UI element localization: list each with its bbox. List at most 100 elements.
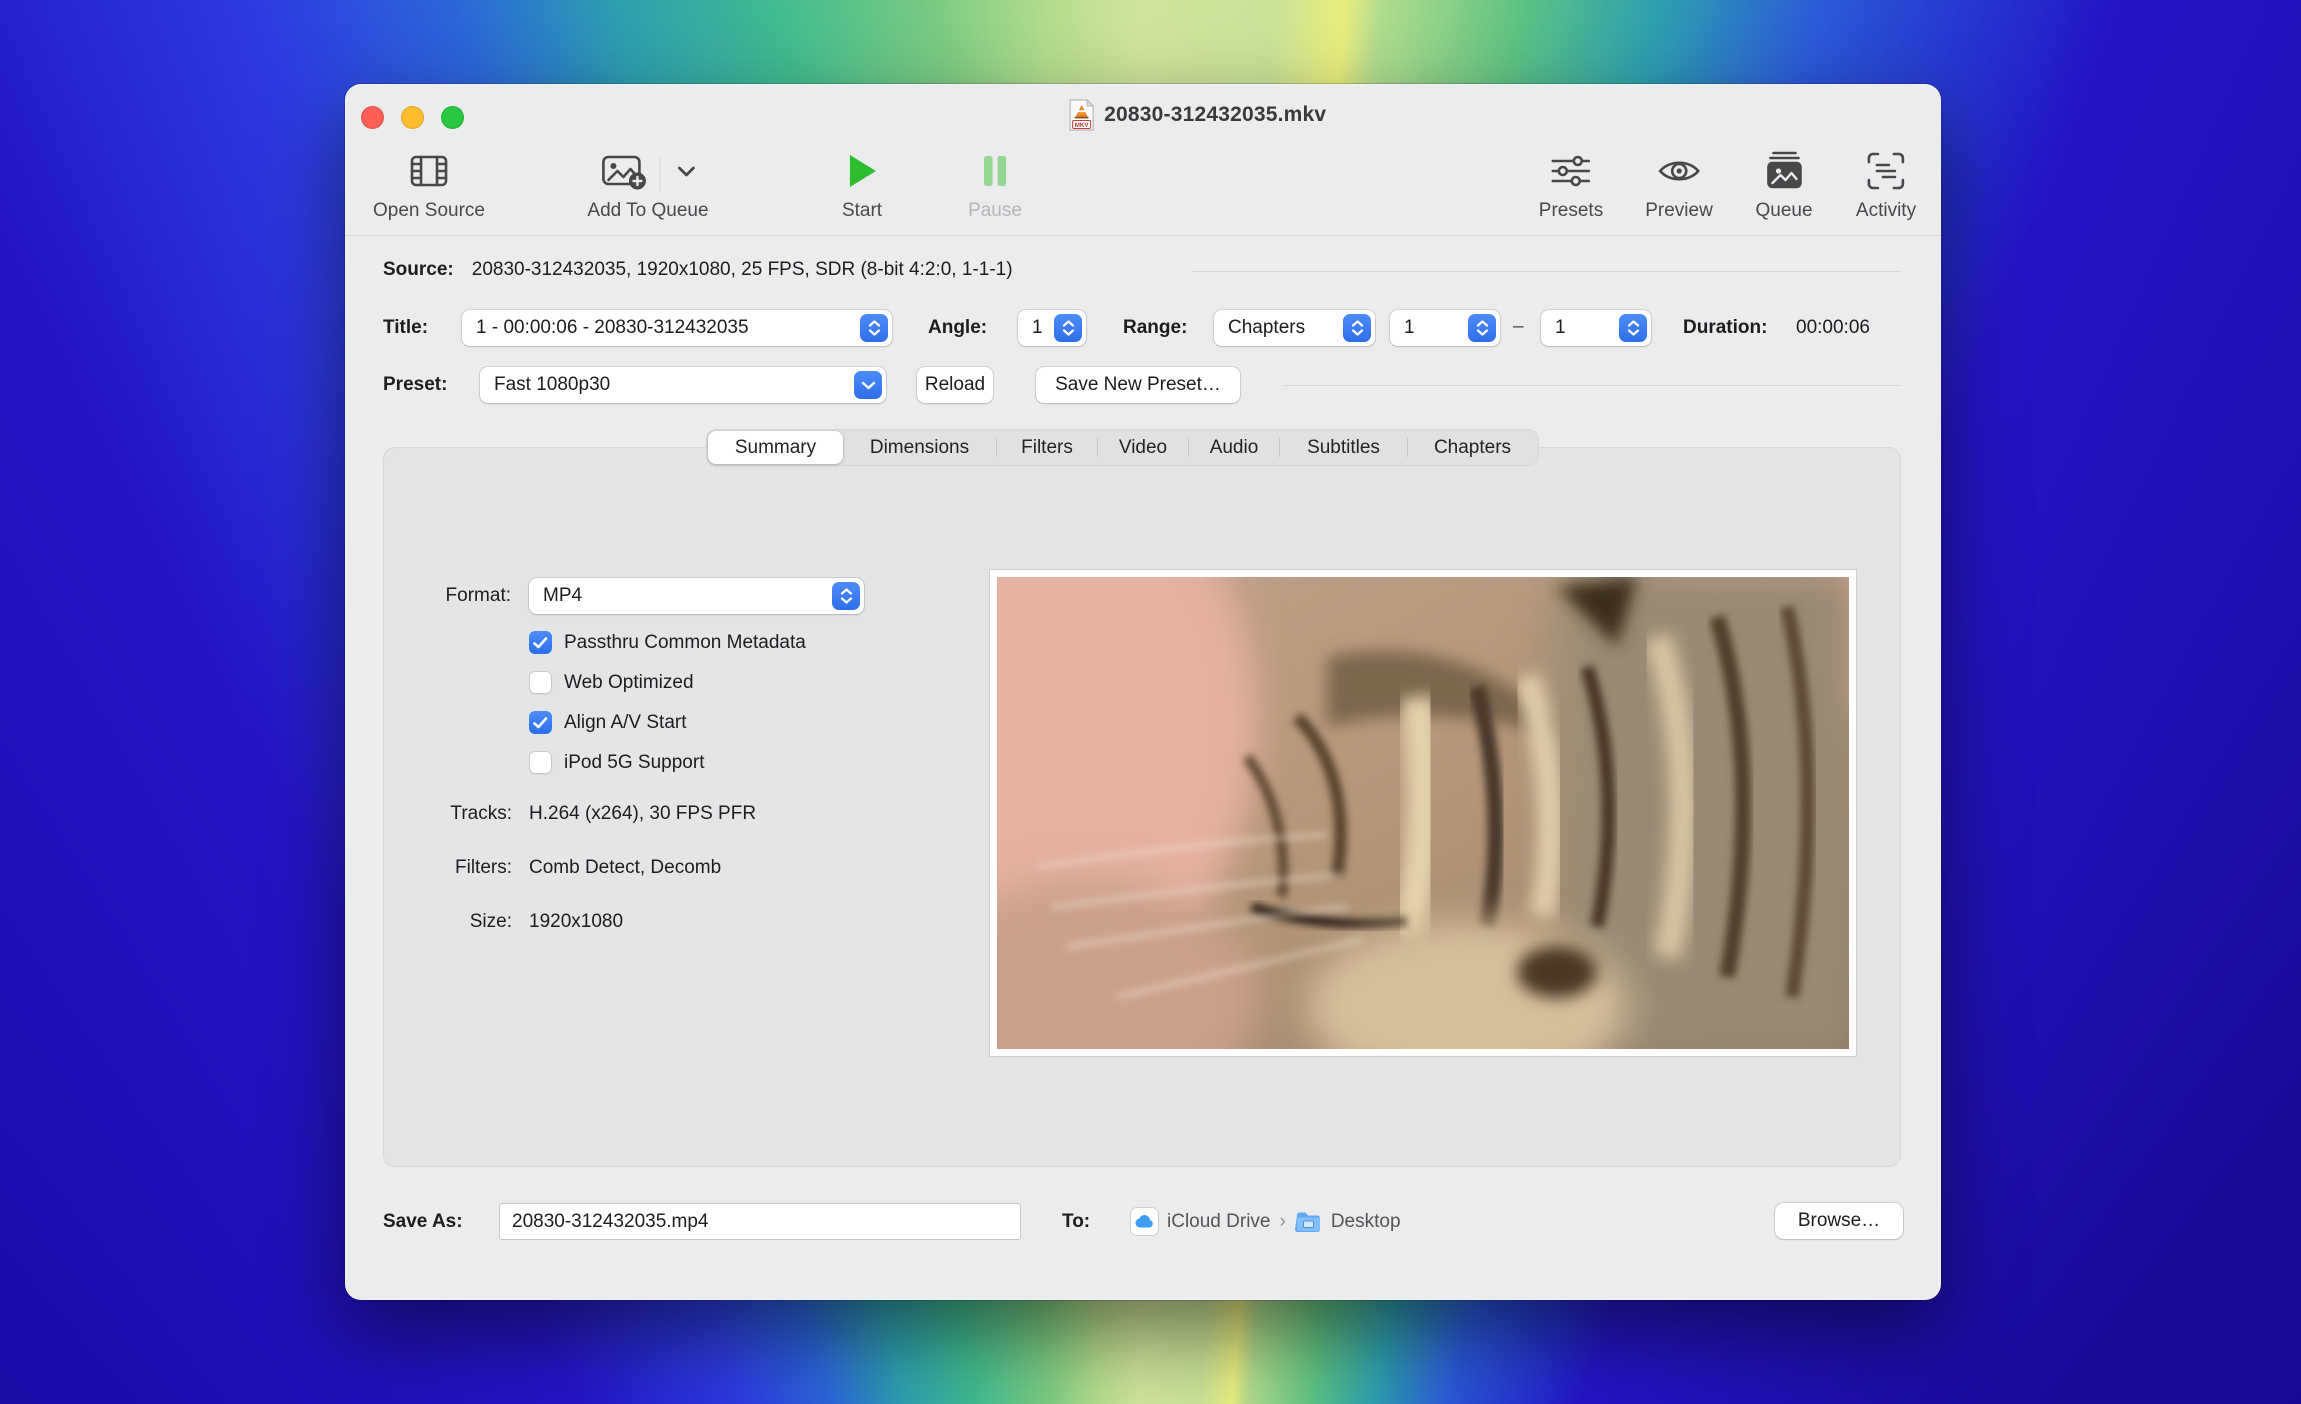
range-to-select[interactable]: 1 (1541, 310, 1651, 346)
add-to-queue-icon-group (599, 142, 697, 200)
handbrake-window: MKV 20830-312432035.mkv Open Source (345, 84, 1941, 1300)
icloud-drive-icon (1131, 1208, 1158, 1235)
range-type-select[interactable]: Chapters (1214, 310, 1375, 346)
desktop-wallpaper: MKV 20830-312432035.mkv Open Source (0, 0, 2301, 1404)
title-select[interactable]: 1 - 00:00:06 - 20830-312432035 (462, 310, 892, 346)
tab-bar: Summary Dimensions Filters Video Audio S… (706, 429, 1539, 466)
chevron-down-icon[interactable] (675, 149, 697, 193)
toolbar: Open Source A (345, 142, 1941, 235)
presets-button[interactable]: Presets (1539, 142, 1603, 222)
open-source-label: Open Source (373, 200, 485, 222)
duration-label: Duration: (1683, 317, 1767, 339)
titlebar[interactable]: MKV 20830-312432035.mkv (345, 84, 1941, 148)
checkbox-align-av-start[interactable] (529, 711, 552, 734)
source-label: Source: (383, 259, 454, 281)
sliders-icon (1548, 142, 1594, 200)
size-label: Size: (384, 911, 512, 933)
tab-dimensions[interactable]: Dimensions (843, 431, 996, 464)
destination-row: Save As: To: iCloud Drive › Desktop (345, 1203, 1941, 1241)
filters-value: Comb Detect, Decomb (529, 857, 721, 879)
stepper-icon (1054, 314, 1082, 342)
pause-label: Pause (968, 200, 1022, 222)
angle-label: Angle: (928, 317, 987, 339)
browse-button[interactable]: Browse… (1775, 1203, 1903, 1239)
checkbox-label: iPod 5G Support (564, 752, 704, 774)
range-label: Range: (1123, 317, 1187, 339)
format-select[interactable]: MP4 (529, 578, 864, 614)
stepper-icon (832, 582, 860, 610)
range-dash: – (1513, 316, 1524, 338)
save-as-label: Save As: (383, 1211, 463, 1233)
preset-label: Preset: (383, 374, 447, 396)
presets-label: Presets (1539, 200, 1603, 222)
activity-button[interactable]: Activity (1856, 142, 1916, 222)
tracks-value: H.264 (x264), 30 FPS PFR (529, 803, 756, 825)
start-label: Start (842, 200, 882, 222)
filters-label: Filters: (384, 857, 512, 879)
range-from-select[interactable]: 1 (1390, 310, 1500, 346)
preset-divider (1284, 385, 1901, 386)
stepper-icon (1468, 314, 1496, 342)
chevron-down-icon (854, 371, 882, 399)
window-title-area: MKV 20830-312432035.mkv (1068, 98, 1326, 132)
traffic-lights (361, 106, 464, 129)
pause-icon (981, 142, 1009, 200)
checkbox-passthru-common-metadata[interactable] (529, 631, 552, 654)
preview-button[interactable]: Preview (1645, 142, 1713, 222)
activity-label: Activity (1856, 200, 1916, 222)
desktop-folder-icon (1295, 1210, 1322, 1233)
minimize-button[interactable] (401, 106, 424, 129)
queue-button[interactable]: Queue (1755, 142, 1812, 222)
start-button[interactable]: Start (842, 142, 882, 222)
toolbar-divider (345, 235, 1941, 236)
preview-image-frame (989, 569, 1857, 1057)
toolbar-separator (659, 158, 660, 192)
preset-select[interactable]: Fast 1080p30 (480, 367, 886, 403)
eye-icon (1655, 142, 1703, 200)
tab-audio[interactable]: Audio (1189, 431, 1279, 464)
mkv-file-icon: MKV (1068, 98, 1095, 132)
stepper-icon (860, 314, 888, 342)
to-label: To: (1062, 1211, 1090, 1233)
queue-label: Queue (1755, 200, 1812, 222)
add-to-queue-button[interactable]: Add To Queue (587, 142, 708, 222)
pause-button: Pause (968, 142, 1022, 222)
checkbox-web-optimized[interactable] (529, 671, 552, 694)
tab-subtitles[interactable]: Subtitles (1280, 431, 1407, 464)
filters-row: Filters: Comb Detect, Decomb (384, 857, 721, 879)
zoom-button[interactable] (441, 106, 464, 129)
destination-path[interactable]: iCloud Drive › Desktop (1131, 1203, 1401, 1240)
desktop-folder-label: Desktop (1331, 1211, 1401, 1233)
film-strip-icon (406, 142, 452, 200)
tracks-label: Tracks: (384, 803, 512, 825)
save-as-input[interactable] (499, 1203, 1021, 1240)
title-label: Title: (383, 317, 428, 339)
stepper-icon (1343, 314, 1371, 342)
source-value: 20830-312432035, 1920x1080, 25 FPS, SDR … (472, 259, 1013, 281)
add-to-queue-label: Add To Queue (587, 200, 708, 222)
close-button[interactable] (361, 106, 384, 129)
tab-video[interactable]: Video (1098, 431, 1188, 464)
save-new-preset-button[interactable]: Save New Preset… (1036, 367, 1240, 403)
duration-value: 00:00:06 (1796, 317, 1870, 339)
window-title: 20830-312432035.mkv (1104, 103, 1326, 127)
checkbox-ipod-5g-support[interactable] (529, 751, 552, 774)
source-divider (1192, 271, 1901, 272)
format-label: Format: (431, 585, 511, 607)
icloud-drive-label: iCloud Drive (1167, 1211, 1270, 1233)
open-source-button[interactable]: Open Source (373, 142, 485, 222)
preview-label: Preview (1645, 200, 1713, 222)
angle-select[interactable]: 1 (1018, 310, 1086, 346)
activity-log-icon (1864, 142, 1908, 200)
tab-filters[interactable]: Filters (997, 431, 1097, 464)
tab-summary[interactable]: Summary (708, 431, 843, 464)
tab-chapters[interactable]: Chapters (1408, 431, 1537, 464)
stepper-icon (1619, 314, 1647, 342)
checkbox-label: Passthru Common Metadata (564, 632, 806, 654)
kitten-preview-image (997, 577, 1849, 1049)
reload-button[interactable]: Reload (917, 367, 993, 403)
checkbox-label: Web Optimized (564, 672, 694, 694)
checkbox-label: Align A/V Start (564, 712, 687, 734)
svg-text:MKV: MKV (1075, 122, 1090, 129)
tracks-row: Tracks: H.264 (x264), 30 FPS PFR (384, 803, 756, 825)
